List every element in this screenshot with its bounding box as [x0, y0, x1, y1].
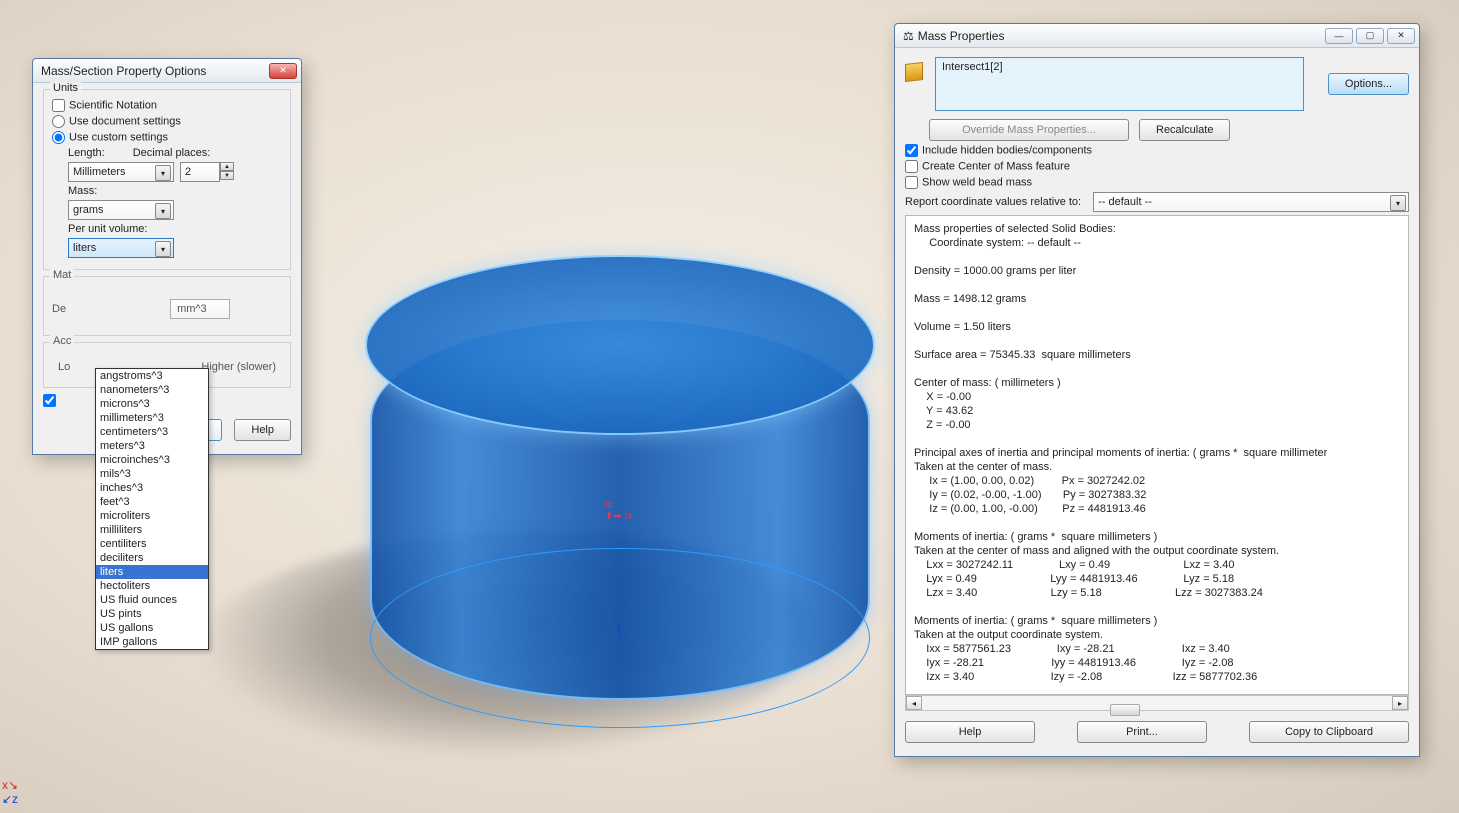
horizontal-scrollbar[interactable]: ◂ ▸ [905, 695, 1409, 711]
override-mass-button[interactable]: Override Mass Properties... [929, 119, 1129, 141]
volume-option[interactable]: US pints [96, 607, 208, 621]
accuracy-high-label: Higher (slower) [201, 361, 276, 373]
volume-option[interactable]: US fluid ounces [96, 593, 208, 607]
scroll-thumb[interactable] [1110, 704, 1140, 716]
mass-combo[interactable]: grams [68, 200, 174, 220]
volume-option[interactable]: liters [96, 565, 208, 579]
units-group-label: Units [50, 82, 81, 94]
print-button[interactable]: Print... [1077, 721, 1207, 743]
length-label: Length: [68, 147, 105, 159]
volume-option[interactable]: nanometers^3 [96, 383, 208, 397]
volume-option[interactable]: microns^3 [96, 397, 208, 411]
maximize-icon[interactable]: ▢ [1356, 28, 1384, 44]
options-titlebar[interactable]: Mass/Section Property Options ✕ [33, 59, 301, 83]
selection-box[interactable]: Intersect1[2] [935, 57, 1304, 111]
sci-notation-checkbox[interactable]: Scientific Notation [52, 99, 157, 112]
show-weld-checkbox[interactable]: Show weld bead mass [905, 176, 1032, 189]
view-axis-icon: x↘↙z [2, 778, 18, 806]
material-group-label: Mat [50, 269, 74, 281]
coord-relative-label: Report coordinate values relative to: [905, 196, 1081, 208]
volume-option[interactable]: centiliters [96, 537, 208, 551]
volume-option[interactable]: mils^3 [96, 467, 208, 481]
length-combo[interactable]: Millimeters [68, 162, 174, 182]
volume-option[interactable]: millimeters^3 [96, 411, 208, 425]
cylinder-top-face[interactable] [365, 255, 875, 435]
use-custom-radio[interactable]: Use custom settings [52, 131, 168, 144]
options-dialog: Mass/Section Property Options ✕ Units Sc… [32, 58, 302, 455]
create-com-checkbox[interactable]: Create Center of Mass feature [905, 160, 1070, 173]
mass-properties-title: Mass Properties [918, 29, 1322, 43]
spin-down-icon[interactable]: ▼ [220, 171, 234, 180]
per-volume-combo[interactable]: liters [68, 238, 174, 258]
decimal-label: Decimal places: [133, 147, 211, 159]
volume-option[interactable]: microliters [96, 509, 208, 523]
mass-properties-titlebar[interactable]: ⚖ Mass Properties — ▢ ✕ [895, 24, 1419, 48]
accuracy-group-label: Acc [50, 335, 74, 347]
per-volume-label: Per unit volume: [68, 223, 147, 235]
minimize-icon[interactable]: — [1325, 28, 1353, 44]
volume-option[interactable]: angstroms^3 [96, 369, 208, 383]
coord-relative-combo[interactable]: -- default -- [1093, 192, 1409, 212]
volume-option[interactable]: hectoliters [96, 579, 208, 593]
mass-properties-dialog: ⚖ Mass Properties — ▢ ✕ Intersect1[2] Op… [894, 23, 1420, 757]
help-button[interactable]: Help [905, 721, 1035, 743]
volume-option[interactable]: centimeters^3 [96, 425, 208, 439]
body-cube-icon [905, 62, 923, 82]
scroll-left-icon[interactable]: ◂ [906, 696, 922, 710]
options-title: Mass/Section Property Options [41, 64, 266, 78]
close-icon[interactable]: ✕ [269, 63, 297, 79]
results-text[interactable]: Mass properties of selected Solid Bodies… [905, 215, 1409, 695]
scroll-right-icon[interactable]: ▸ [1392, 696, 1408, 710]
decimal-spinner[interactable]: 2 ▲▼ [180, 162, 234, 182]
units-group: Units Scientific Notation Use document s… [43, 89, 291, 270]
per-volume-dropdown-list[interactable]: angstroms^3nanometers^3microns^3millimet… [95, 368, 209, 650]
volume-option[interactable]: meters^3 [96, 439, 208, 453]
volume-option[interactable]: IMP gallons [96, 635, 208, 649]
volume-option[interactable]: microinches^3 [96, 453, 208, 467]
density-unit-field[interactable]: mm^3 [170, 299, 230, 319]
spin-up-icon[interactable]: ▲ [220, 162, 234, 171]
volume-option[interactable]: milliliters [96, 523, 208, 537]
density-prefix: De [52, 303, 66, 315]
mass-label: Mass: [68, 185, 97, 197]
coord-system-checkbox[interactable] [43, 394, 60, 407]
options-button[interactable]: Options... [1328, 73, 1409, 95]
use-document-radio[interactable]: Use document settings [52, 115, 181, 128]
scale-icon: ⚖ [903, 29, 914, 43]
include-hidden-checkbox[interactable]: Include hidden bodies/components [905, 144, 1092, 157]
volume-option[interactable]: US gallons [96, 621, 208, 635]
copy-clipboard-button[interactable]: Copy to Clipboard [1249, 721, 1409, 743]
help-button[interactable]: Help [234, 419, 291, 441]
volume-option[interactable]: deciliters [96, 551, 208, 565]
material-group: Mat De mm^3 [43, 276, 291, 336]
close-icon[interactable]: ✕ [1387, 28, 1415, 44]
accuracy-low-label: Lo [58, 361, 70, 373]
volume-option[interactable]: feet^3 [96, 495, 208, 509]
recalculate-button[interactable]: Recalculate [1139, 119, 1230, 141]
volume-option[interactable]: inches^3 [96, 481, 208, 495]
